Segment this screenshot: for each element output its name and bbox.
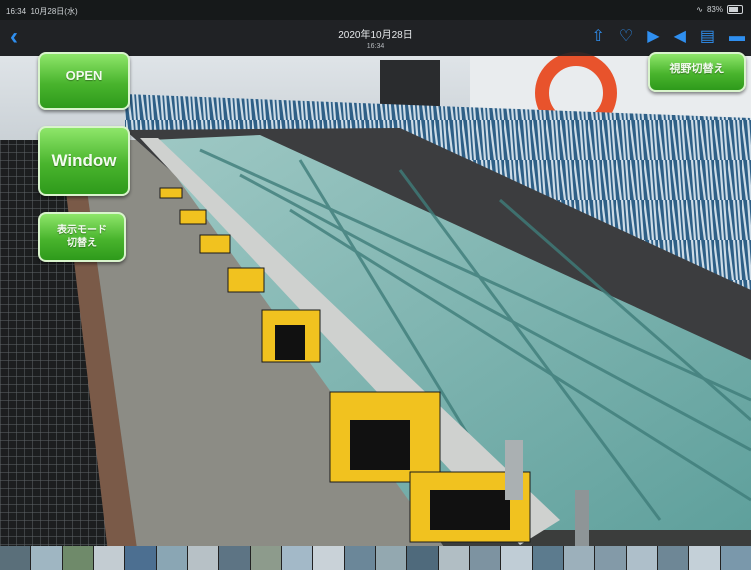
thumbnail-item[interactable] bbox=[313, 546, 344, 570]
thumbnail-item[interactable] bbox=[125, 546, 156, 570]
thumbnail-item[interactable] bbox=[563, 546, 595, 570]
thumbnail-item[interactable] bbox=[62, 546, 93, 570]
wifi-icon: ∿ bbox=[696, 5, 703, 14]
thumbnail-item[interactable] bbox=[626, 546, 657, 570]
thumbnail-item[interactable] bbox=[156, 546, 187, 570]
thumbnail-item[interactable] bbox=[720, 546, 751, 570]
speaker-icon[interactable]: ◀ bbox=[674, 28, 686, 46]
thumbnail-item[interactable] bbox=[0, 546, 31, 570]
thumbnail-item[interactable] bbox=[657, 546, 689, 570]
thumbnail-item[interactable] bbox=[407, 546, 438, 570]
window-button[interactable]: Window bbox=[38, 126, 130, 196]
status-date: 10月28日(水) bbox=[30, 7, 78, 16]
display-mode-switch-button[interactable]: 表示モード 切替え bbox=[38, 212, 126, 262]
play-icon[interactable]: ▶ bbox=[647, 28, 659, 46]
thumbnail-item[interactable] bbox=[93, 546, 125, 570]
thumbnail-item[interactable] bbox=[595, 546, 626, 570]
more-icon[interactable]: ▬ bbox=[729, 28, 745, 46]
thumbnail-item[interactable] bbox=[469, 546, 501, 570]
thumbnail-item[interactable] bbox=[219, 546, 250, 570]
thumbnail-item[interactable] bbox=[281, 546, 313, 570]
display-mode-label-line2: 切替え bbox=[67, 238, 97, 249]
status-time: 16:34 bbox=[6, 7, 27, 16]
thumbnail-item[interactable] bbox=[250, 546, 281, 570]
thumbnail-item[interactable] bbox=[375, 546, 407, 570]
thumbnail-item[interactable] bbox=[31, 546, 62, 570]
battery-icon bbox=[727, 5, 743, 14]
nav-icon-group: ⇧ ♡ ▶ ◀ ▤ ▬ bbox=[592, 28, 746, 46]
status-bar: 16:34 10月28日(水) ∿ 83% bbox=[0, 0, 751, 20]
share-icon[interactable]: ⇧ bbox=[592, 28, 605, 46]
battery-percent: 83% bbox=[706, 5, 723, 14]
thumbnail-item[interactable] bbox=[501, 546, 532, 570]
thumbnail-item[interactable] bbox=[187, 546, 219, 570]
thumbnail-item[interactable] bbox=[438, 546, 469, 570]
navigation-bar: ‹ 2020年10月28日 16:34 ⇧ ♡ ▶ ◀ ▤ ▬ bbox=[0, 20, 751, 56]
thumbnail-strip[interactable] bbox=[0, 546, 751, 570]
trash-icon[interactable]: ▤ bbox=[700, 28, 715, 46]
thumbnail-item[interactable] bbox=[532, 546, 563, 570]
heart-icon[interactable]: ♡ bbox=[619, 28, 633, 46]
thumbnail-item[interactable] bbox=[344, 546, 375, 570]
thumbnail-item[interactable] bbox=[689, 546, 720, 570]
display-mode-label-line1: 表示モード bbox=[57, 225, 107, 236]
open-button[interactable]: OPEN bbox=[38, 52, 130, 110]
view-switch-button[interactable]: 視野切替え bbox=[648, 52, 746, 92]
